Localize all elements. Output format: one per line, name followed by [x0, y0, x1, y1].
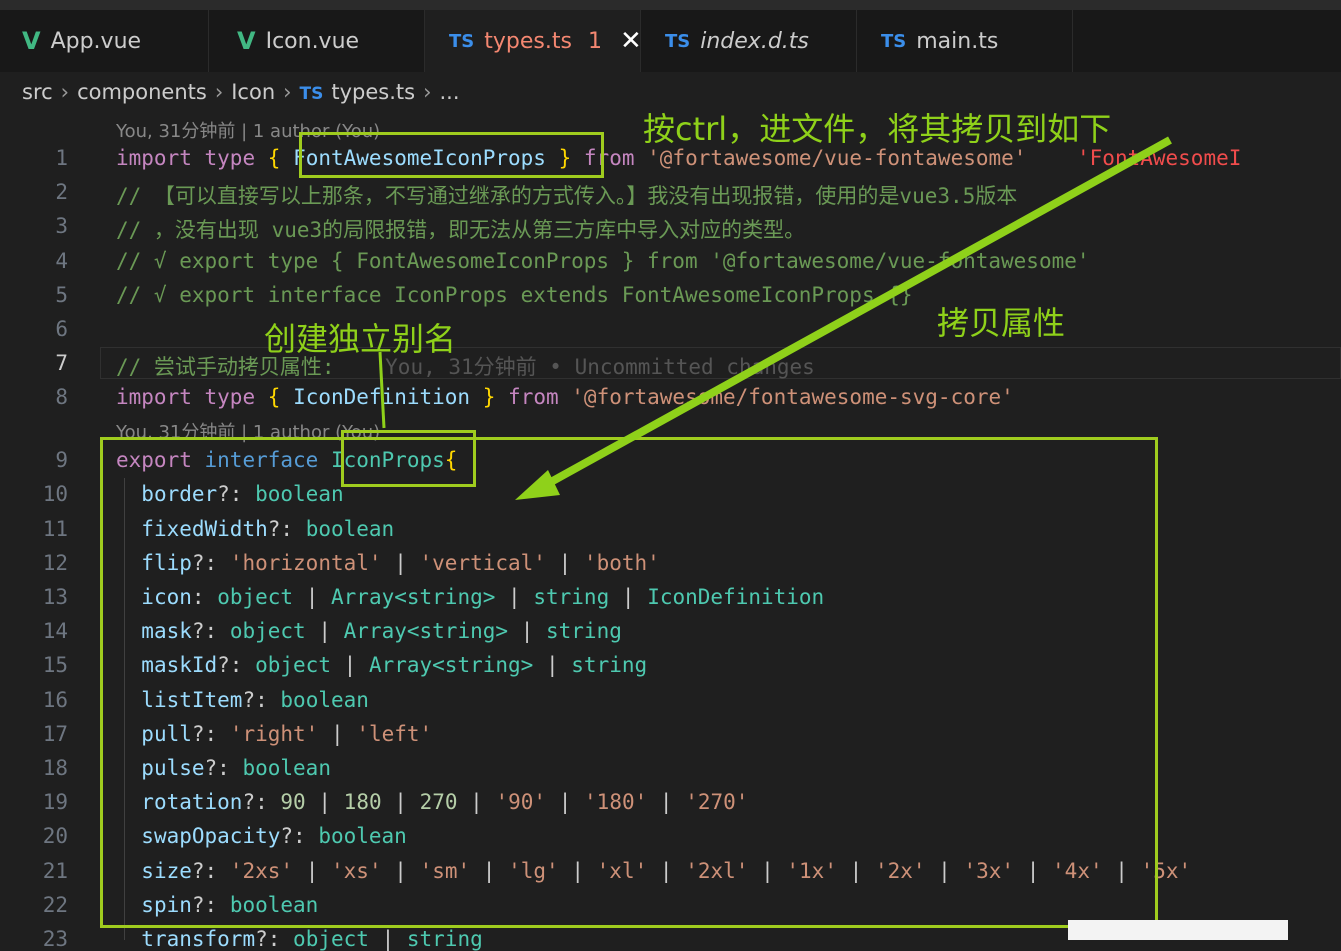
- ime-toolbar[interactable]: [1068, 920, 1288, 940]
- arrow-line: [538, 136, 1172, 492]
- pointer-line: [378, 351, 386, 429]
- annotation-arrows: [378, 136, 1172, 500]
- arrow-head: [515, 470, 560, 500]
